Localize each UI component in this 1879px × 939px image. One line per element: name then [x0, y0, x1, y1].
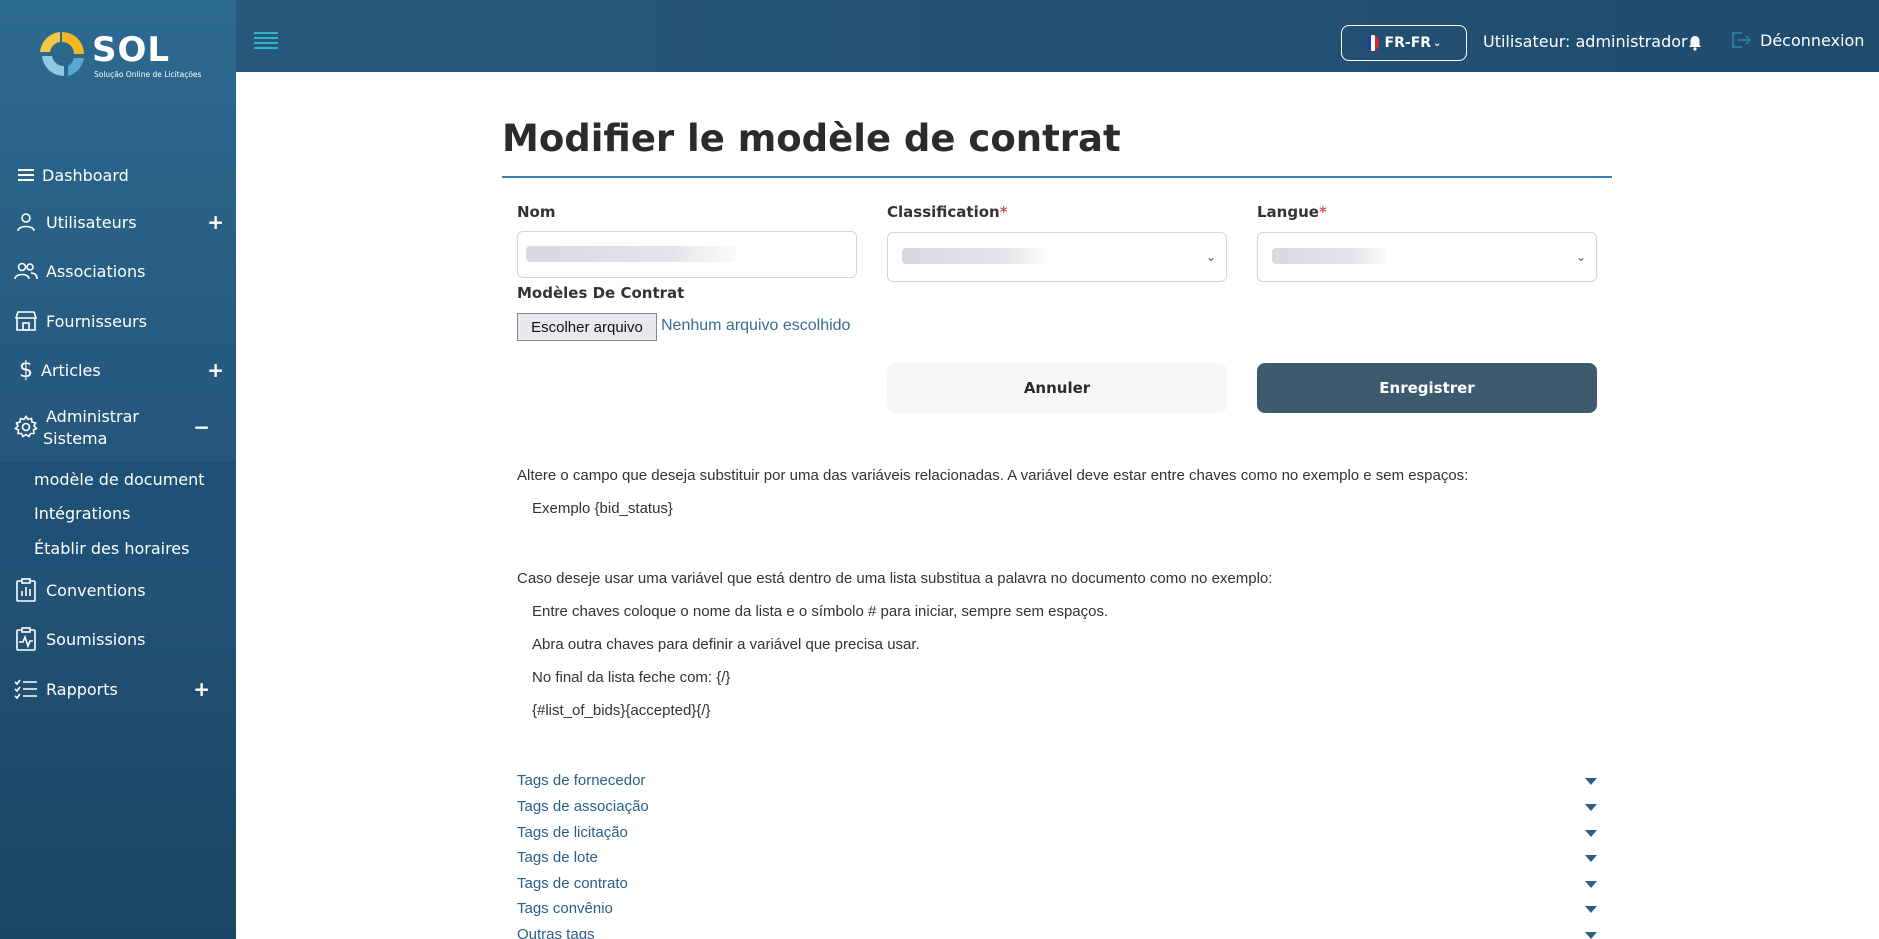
menu-lines-icon [14, 163, 38, 187]
sidebar-item-fournisseurs[interactable]: Fournisseurs [0, 301, 236, 341]
dollar-icon: $ [19, 357, 33, 383]
contract-templates-label: Modèles De Contrat [517, 284, 685, 302]
caret-down-icon [1585, 881, 1597, 888]
users-icon [14, 259, 38, 283]
language-label: Langue* [1257, 203, 1327, 221]
sidebar-item-label: Soumissions [46, 629, 146, 649]
redacted-value [1272, 248, 1387, 264]
accordion-label: Tags de fornecedor [517, 772, 646, 789]
language-selector[interactable]: FR-FR ⌄ [1341, 25, 1467, 61]
help-step: No final da lista feche com: {/} [532, 669, 731, 686]
checklist-icon [14, 677, 38, 701]
logo-subtitle: Solução Online de Licitações [94, 70, 202, 79]
chevron-down-icon: ⌄ [1205, 250, 1216, 264]
caret-down-icon [1585, 906, 1597, 913]
store-icon [14, 309, 38, 333]
sidebar-item-conventions[interactable]: Conventions [0, 570, 236, 610]
tags-accordion-convenio[interactable]: Tags convênio [517, 900, 1597, 924]
france-flag-icon [1366, 35, 1379, 51]
cancel-button[interactable]: Annuler [887, 363, 1227, 413]
accordion-label: Tags de licitação [517, 824, 628, 841]
help-step: {#list_of_bids}{accepted}{/} [532, 702, 711, 719]
gear-icon [14, 415, 38, 439]
sidebar-item-label: Utilisateurs [46, 212, 137, 232]
accordion-label: Tags de associação [517, 798, 649, 815]
sidebar-item-label: Rapports [46, 679, 118, 699]
clipboard-pulse-icon [14, 627, 38, 651]
tags-accordion-fornecedor[interactable]: Tags de fornecedor [517, 772, 1597, 796]
accordion-label: Outras tags [517, 926, 595, 939]
expand-icon[interactable]: + [193, 677, 210, 701]
accordion-label: Tags de lote [517, 849, 598, 866]
logout-icon [1730, 30, 1752, 50]
sidebar-item-soumissions[interactable]: Soumissions [0, 619, 236, 659]
hamburger-menu-icon[interactable] [254, 32, 278, 49]
language-label: FR-FR [1384, 35, 1432, 51]
help-step: Entre chaves coloque o nome da lista e o… [532, 603, 1109, 620]
classification-label: Classification* [887, 203, 1008, 221]
name-label: Nom [517, 203, 556, 221]
caret-down-icon [1585, 855, 1597, 862]
sidebar-item-administrar-sistema[interactable]: Administrar Sistema − [0, 404, 236, 450]
sidebar-subitem-modele-document[interactable]: modèle de document [34, 470, 205, 489]
sidebar-item-dashboard[interactable]: Dashboard [0, 155, 236, 195]
sidebar-item-label: Conventions [46, 580, 146, 600]
choose-file-button[interactable]: Escolher arquivo [517, 313, 657, 341]
accordion-label: Tags convênio [517, 900, 613, 917]
redacted-value [526, 246, 736, 262]
caret-down-icon [1585, 804, 1597, 811]
bell-icon[interactable] [1688, 35, 1702, 51]
sidebar-item-articles[interactable]: $ Articles + [0, 350, 236, 390]
help-text: Caso deseje usar uma variável que está d… [517, 570, 1273, 587]
sidebar-subitem-integrations[interactable]: Intégrations [34, 504, 131, 523]
sidebar-subitem-horaires[interactable]: Établir des horaires [34, 539, 189, 558]
save-button[interactable]: Enregistrer [1257, 363, 1597, 413]
sidebar-item-label: Fournisseurs [46, 311, 148, 331]
sol-logo-icon [40, 32, 84, 77]
accordion-label: Tags de contrato [517, 875, 628, 892]
sidebar-item-label: Dashboard [42, 165, 129, 185]
sidebar-item-label-line1: Administrar [46, 407, 140, 426]
name-input[interactable] [517, 231, 857, 278]
chevron-down-icon: ⌄ [1575, 250, 1586, 264]
tags-accordion-lote[interactable]: Tags de lote [517, 849, 1597, 873]
chart-clipboard-icon [14, 578, 38, 602]
file-status: Nenhum arquivo escolhido [661, 317, 851, 334]
logout-label: Déconnexion [1760, 30, 1865, 50]
caret-down-icon [1585, 932, 1597, 939]
tags-accordion-licitacao[interactable]: Tags de licitação [517, 824, 1597, 848]
help-step: Abra outra chaves para definir a variáve… [532, 636, 920, 653]
help-example: Exemplo {bid_status} [532, 500, 673, 517]
logo-wordmark: SOL [92, 30, 171, 70]
sol-logo[interactable]: SOL Solução Online de Licitações [34, 26, 204, 84]
sidebar: SOL Solução Online de Licitações Dashboa… [0, 0, 236, 939]
current-user: Utilisateur: administrador [1483, 32, 1688, 51]
sidebar-item-label-line2: Sistema [43, 429, 108, 448]
top-bar: FR-FR ⌄ Utilisateur: administrador Décon… [236, 0, 1879, 72]
language-select[interactable]: ⌄ [1257, 232, 1597, 282]
tags-accordion-outras[interactable]: Outras tags [517, 926, 1597, 939]
sidebar-item-label: Articles [41, 360, 101, 380]
sidebar-item-associations[interactable]: Associations [0, 251, 236, 291]
tags-accordion-associacao[interactable]: Tags de associação [517, 798, 1597, 822]
page-title: Modifier le modèle de contrat [502, 117, 1121, 160]
classification-select[interactable]: ⌄ [887, 232, 1227, 282]
logout-button[interactable]: Déconnexion [1730, 30, 1864, 50]
collapse-icon[interactable]: − [193, 415, 210, 439]
title-divider [502, 176, 1612, 178]
redacted-value [902, 248, 1047, 264]
sidebar-item-rapports[interactable]: Rapports + [0, 669, 236, 709]
expand-icon[interactable]: + [207, 358, 224, 382]
caret-down-icon [1585, 830, 1597, 837]
sidebar-item-utilisateurs[interactable]: Utilisateurs + [0, 202, 236, 242]
sidebar-item-label: Associations [46, 261, 146, 281]
caret-down-icon [1585, 778, 1597, 785]
user-icon [14, 210, 38, 234]
tags-accordion-contrato[interactable]: Tags de contrato [517, 875, 1597, 899]
chevron-down-icon: ⌄ [1433, 37, 1442, 49]
expand-icon[interactable]: + [207, 210, 224, 234]
help-text: Altere o campo que deseja substituir por… [517, 467, 1469, 484]
